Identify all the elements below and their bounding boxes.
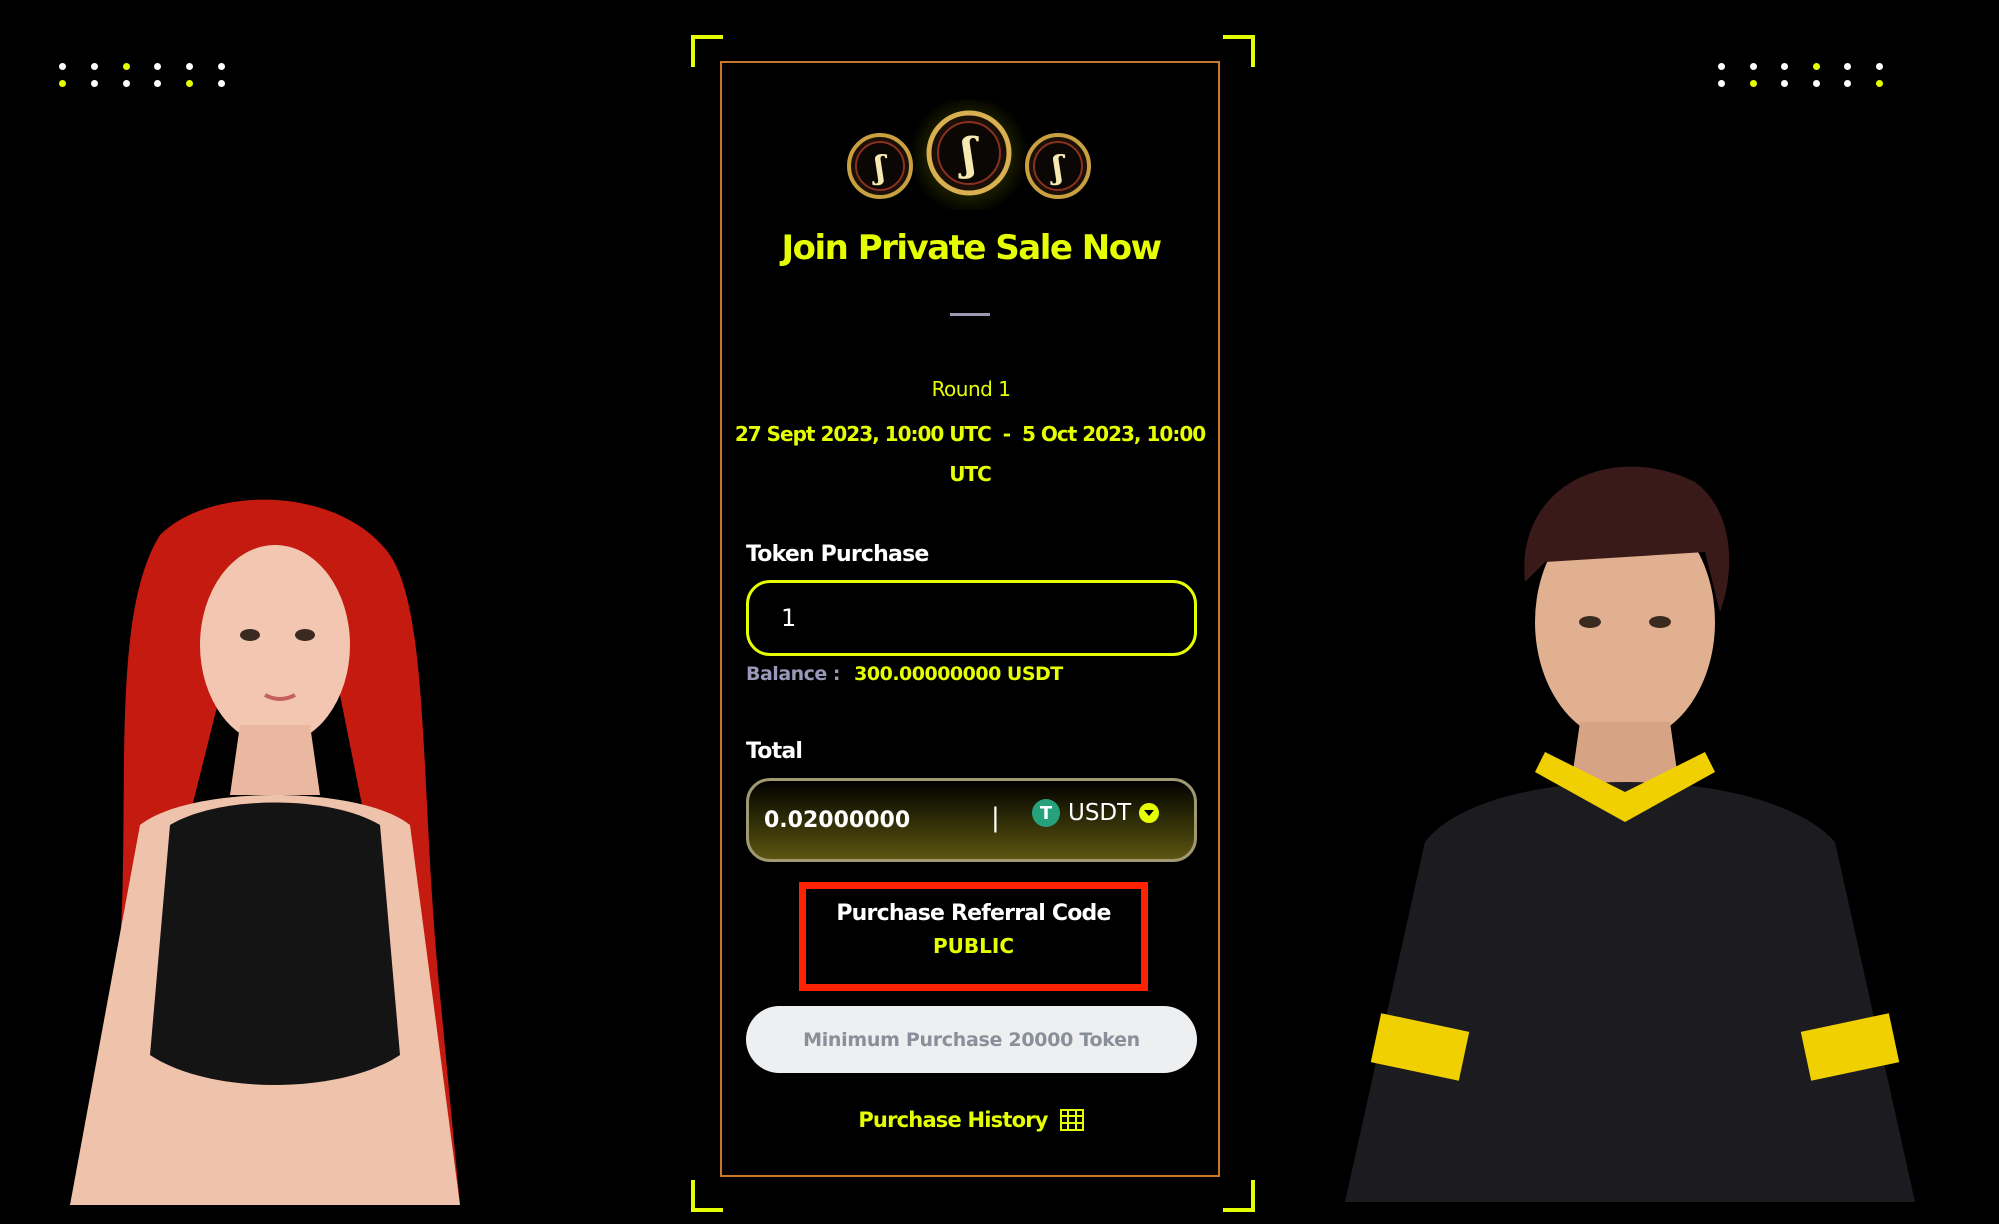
balance-value: 300.00000000 USDT	[854, 663, 1063, 685]
table-icon	[1059, 1109, 1084, 1131]
currency-label: USDT	[1068, 800, 1132, 826]
page-title: Join Private Sale Now	[781, 228, 1162, 268]
total-value: 0.02000000	[764, 808, 911, 833]
coin-right-icon: ʃ	[1025, 133, 1091, 199]
token-purchase-input[interactable]	[746, 580, 1197, 656]
coin-center-icon: ʃ	[926, 110, 1012, 196]
sale-dates-line1: 27 Sept 2023, 10:00 UTC - 5 Oct 2023, 10…	[734, 422, 1206, 446]
title-divider	[950, 313, 990, 316]
frame-corner-top-right	[1223, 35, 1255, 67]
tether-icon: T	[1032, 799, 1060, 827]
svg-text:ʃ: ʃ	[958, 129, 979, 180]
total-field: 0.02000000 | T USDT	[746, 778, 1197, 862]
coin-left-icon: ʃ	[847, 133, 913, 199]
referral-code-value: PUBLIC	[932, 934, 1014, 958]
total-label: Total	[746, 739, 803, 764]
sale-dates: 27 Sept 2023, 10:00 UTC - 5 Oct 2023, 10…	[730, 414, 1210, 494]
frame-corner-bottom-left	[691, 1180, 723, 1212]
round-label: Round 1	[931, 377, 1011, 401]
token-purchase-label: Token Purchase	[746, 542, 929, 567]
sale-dates-line2: UTC	[949, 462, 992, 486]
female-character-image	[70, 499, 460, 1205]
purchase-history-label: Purchase History	[858, 1108, 1048, 1132]
referral-code-box: Purchase Referral Code PUBLIC	[799, 882, 1148, 991]
referral-code-label: Purchase Referral Code	[836, 901, 1111, 926]
balance-row: Balance : 300.00000000 USDT	[746, 663, 1063, 685]
male-character-image	[1345, 466, 1915, 1202]
currency-select[interactable]: T USDT	[1032, 799, 1160, 827]
balance-label: Balance :	[746, 663, 841, 685]
total-separator: |	[991, 803, 1000, 833]
frame-corner-bottom-right	[1223, 1180, 1255, 1212]
minimum-purchase-button[interactable]: Minimum Purchase 20000 Token	[746, 1006, 1197, 1073]
chevron-down-icon	[1139, 803, 1160, 823]
frame-corner-top-left	[691, 35, 723, 67]
coins-logo-icon: ʃ ʃ ʃ	[847, 100, 1091, 210]
purchase-history-link[interactable]: Purchase History	[720, 1108, 1222, 1132]
